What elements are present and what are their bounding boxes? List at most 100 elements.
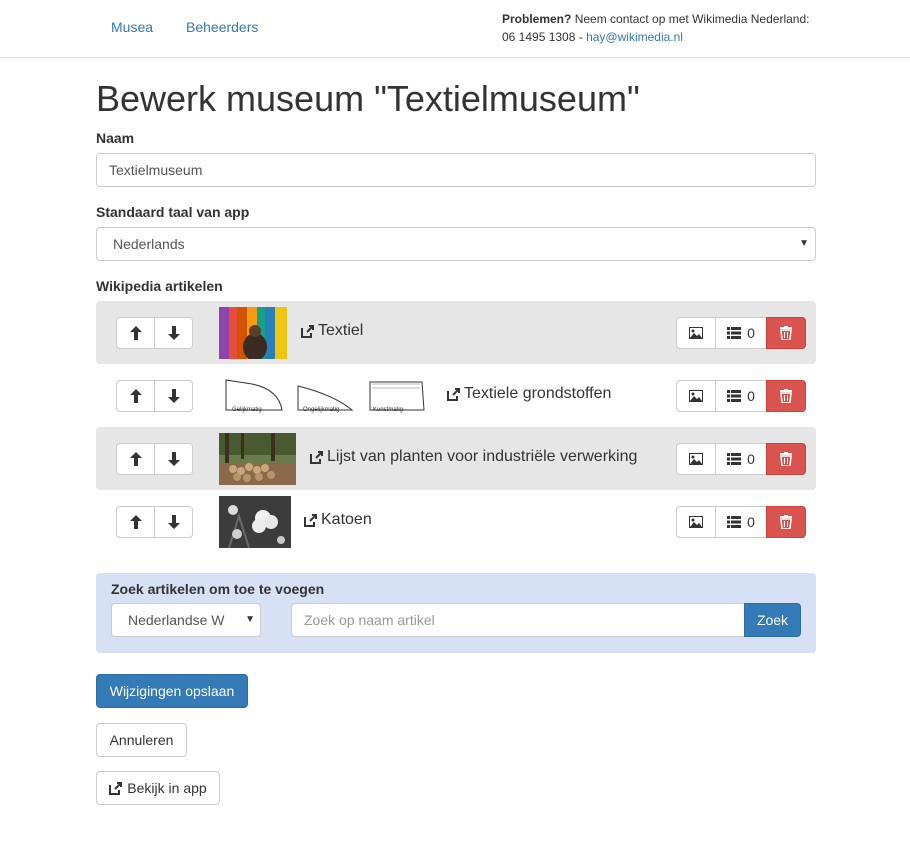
- arrow-up-icon: [129, 389, 142, 403]
- arrow-up-icon: [129, 452, 142, 466]
- arrow-up-icon: [129, 515, 142, 529]
- contact-text: Neem contact op met Wikimedia Nederland:: [571, 12, 810, 26]
- list-icon: [727, 516, 742, 528]
- image-button[interactable]: [676, 506, 716, 538]
- view-in-app-label: Bekijk in app: [127, 780, 207, 796]
- trash-icon: [780, 326, 792, 340]
- caret-down-icon: ▼: [799, 238, 809, 249]
- image-icon: [689, 453, 703, 465]
- move-up-button[interactable]: [116, 380, 155, 412]
- move-down-button[interactable]: [154, 506, 193, 538]
- image-icon: [689, 516, 703, 528]
- move-down-button[interactable]: [154, 380, 193, 412]
- delete-button[interactable]: [766, 317, 806, 349]
- article-thumbnail: [222, 370, 434, 422]
- list-count: 0: [747, 325, 755, 341]
- search-panel: Zoek artikelen om toe te voegen Nederlan…: [96, 573, 816, 653]
- image-button[interactable]: [676, 380, 716, 412]
- article-row: Lijst van planten voor industriële verwe…: [96, 427, 816, 490]
- move-buttons: [116, 380, 193, 412]
- list-icon: [727, 453, 742, 465]
- article-link[interactable]: Lijst van planten voor industriële verwe…: [310, 448, 637, 466]
- move-down-button[interactable]: [154, 443, 193, 475]
- external-link-icon: [301, 324, 314, 338]
- article-thumbnail: [219, 307, 287, 359]
- external-link-icon: [447, 387, 460, 401]
- search-language-value: Nederlandse W: [128, 612, 225, 628]
- list-icon: [727, 327, 742, 339]
- search-title: Zoek artikelen om toe te voegen: [111, 581, 325, 597]
- list-button[interactable]: 0: [715, 443, 767, 475]
- external-link-icon: [109, 781, 123, 795]
- language-select-value: Nederlands: [113, 236, 185, 252]
- move-down-button[interactable]: [154, 317, 193, 349]
- articles-label: Wikipedia artikelen: [96, 278, 223, 294]
- trash-icon: [780, 452, 792, 466]
- nav-link-beheerders[interactable]: Beheerders: [186, 19, 258, 35]
- contact-phone: 06 1495 1308 -: [502, 30, 587, 44]
- diagram-label: Ongelijkmatig: [303, 407, 340, 413]
- delete-button[interactable]: [766, 443, 806, 475]
- list-button[interactable]: 0: [715, 317, 767, 349]
- delete-button[interactable]: [766, 506, 806, 538]
- top-navbar: Musea Beheerders Problemen? Neem contact…: [0, 0, 910, 58]
- view-in-app-button[interactable]: Bekijk in app: [96, 771, 220, 805]
- arrow-down-icon: [167, 452, 180, 466]
- name-label: Naam: [96, 130, 135, 146]
- search-input[interactable]: [291, 603, 745, 637]
- move-up-button[interactable]: [116, 506, 155, 538]
- page-title: Bewerk museum "Textielmuseum": [96, 78, 640, 119]
- article-title: Textiel: [318, 322, 364, 339]
- contact-email-link[interactable]: hay@wikimedia.nl: [586, 30, 683, 44]
- search-language-select[interactable]: Nederlandse W ▼: [111, 603, 261, 637]
- contact-info: Problemen? Neem contact op met Wikimedia…: [502, 10, 809, 46]
- move-buttons: [116, 443, 193, 475]
- article-actions: 0: [676, 506, 806, 538]
- trash-icon: [780, 389, 792, 403]
- search-button[interactable]: Zoek: [744, 603, 801, 637]
- article-link[interactable]: Textiele grondstoffen: [447, 385, 611, 403]
- article-actions: 0: [676, 317, 806, 349]
- article-row: Textiel 0: [96, 301, 816, 364]
- arrow-up-icon: [129, 326, 142, 340]
- list-button[interactable]: 0: [715, 380, 767, 412]
- article-link[interactable]: Textiel: [301, 322, 363, 340]
- external-link-icon: [304, 513, 317, 527]
- language-select[interactable]: Nederlands ▼: [96, 227, 816, 261]
- arrow-down-icon: [167, 326, 180, 340]
- contact-heading: Problemen?: [502, 12, 572, 26]
- article-actions: 0: [676, 380, 806, 412]
- image-icon: [689, 327, 703, 339]
- caret-down-icon: ▼: [245, 614, 255, 625]
- external-link-icon: [310, 450, 323, 464]
- article-title: Textiele grondstoffen: [464, 385, 612, 402]
- diagram-label: Gelijkmatig: [232, 407, 262, 413]
- arrow-down-icon: [167, 389, 180, 403]
- save-button[interactable]: Wijzigingen opslaan: [96, 674, 248, 708]
- language-label: Standaard taal van app: [96, 204, 250, 220]
- list-icon: [727, 390, 742, 402]
- image-button[interactable]: [676, 317, 716, 349]
- trash-icon: [780, 515, 792, 529]
- article-row: Katoen 0: [96, 490, 816, 553]
- move-up-button[interactable]: [116, 443, 155, 475]
- name-input[interactable]: [96, 153, 816, 187]
- article-thumbnail: [219, 433, 296, 485]
- list-count: 0: [747, 451, 755, 467]
- image-button[interactable]: [676, 443, 716, 475]
- article-title: Katoen: [321, 511, 372, 528]
- list-button[interactable]: 0: [715, 506, 767, 538]
- article-actions: 0: [676, 443, 806, 475]
- article-link[interactable]: Katoen: [304, 511, 372, 529]
- move-buttons: [116, 506, 193, 538]
- image-icon: [689, 390, 703, 402]
- move-up-button[interactable]: [116, 317, 155, 349]
- cancel-button[interactable]: Annuleren: [96, 723, 187, 757]
- list-count: 0: [747, 514, 755, 530]
- article-row: Gelijkmatig Ongelijkmatig Kunstmatig Tex…: [96, 364, 816, 427]
- list-count: 0: [747, 388, 755, 404]
- delete-button[interactable]: [766, 380, 806, 412]
- diagram-label: Kunstmatig: [373, 407, 404, 413]
- article-thumbnail: [219, 496, 291, 548]
- nav-link-musea[interactable]: Musea: [111, 19, 153, 35]
